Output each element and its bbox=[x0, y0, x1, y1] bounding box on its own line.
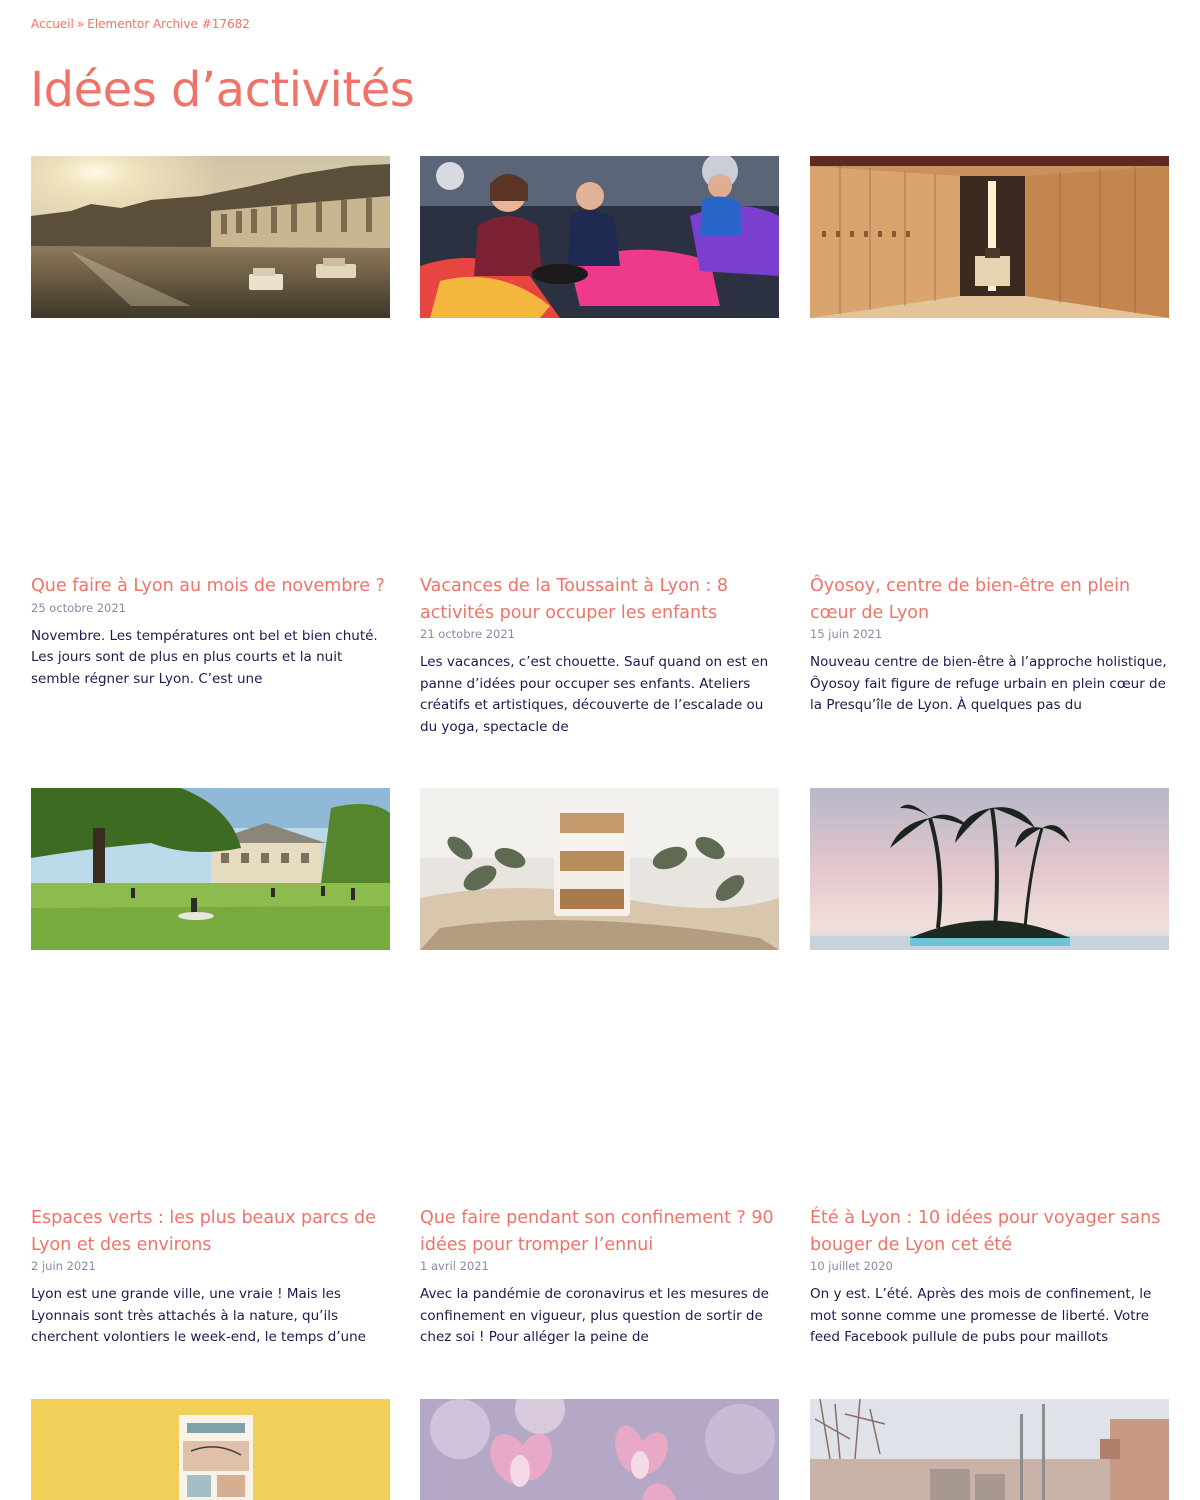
post-title[interactable]: Que faire pendant son confinement ? 90 i… bbox=[420, 1205, 779, 1258]
post-date: 1 avril 2021 bbox=[420, 1259, 489, 1273]
post-card-body: Été à Lyon : 10 idées pour voyager sans … bbox=[810, 1205, 1169, 1349]
post-title[interactable]: Ôyosoy, centre de bien-être en plein cœu… bbox=[810, 573, 1169, 626]
post-card-body: Que faire à Lyon au mois de novembre ? 2… bbox=[31, 573, 390, 690]
post-date: 25 octobre 2021 bbox=[31, 600, 126, 615]
post-thumbnail[interactable] bbox=[810, 1399, 1169, 1500]
post-title[interactable]: Que faire à Lyon au mois de novembre ? bbox=[31, 573, 390, 600]
post-thumbnail[interactable] bbox=[31, 1399, 390, 1500]
wellness-corridor-image bbox=[810, 156, 1169, 318]
green-park-image bbox=[31, 788, 390, 950]
post-date: 10 juillet 2020 bbox=[810, 1259, 893, 1273]
granola-jar-image bbox=[420, 788, 779, 950]
post-excerpt: Les vacances, c’est chouette. Sauf quand… bbox=[420, 654, 769, 735]
breadcrumb-home-link[interactable]: Accueil bbox=[31, 17, 74, 31]
post-card-body: Espaces verts : les plus beaux parcs de … bbox=[31, 1205, 390, 1349]
post-thumbnail[interactable] bbox=[420, 1399, 779, 1500]
breadcrumb-current: Elementor Archive #17682 bbox=[87, 17, 250, 31]
post-excerpt: Novembre. Les températures ont bel et bi… bbox=[31, 627, 378, 687]
post-title[interactable]: Vacances de la Toussaint à Lyon : 8 acti… bbox=[420, 573, 779, 626]
page-title: Idées d’activités bbox=[30, 62, 415, 118]
lyon-bridge-image bbox=[810, 1399, 1169, 1500]
sunset-river-image bbox=[31, 156, 390, 318]
post-excerpt: Lyon est une grande ville, une vraie ! M… bbox=[31, 1286, 366, 1345]
post-date: 15 juin 2021 bbox=[810, 627, 883, 641]
post-excerpt: On y est. L’été. Après des mois de confi… bbox=[810, 1286, 1152, 1345]
magnolia-flowers-image bbox=[420, 1399, 779, 1500]
illustrated-book-image bbox=[31, 1399, 390, 1500]
post-excerpt: Nouveau centre de bien-être à l’approche… bbox=[810, 654, 1167, 713]
post-card-body: Vacances de la Toussaint à Lyon : 8 acti… bbox=[420, 573, 779, 738]
post-thumbnail[interactable] bbox=[810, 788, 1169, 950]
breadcrumb-separator: » bbox=[76, 17, 85, 31]
post-date: 21 octobre 2021 bbox=[420, 627, 515, 641]
post-thumbnail[interactable] bbox=[810, 156, 1169, 318]
palm-trees-pool-image bbox=[810, 788, 1169, 950]
post-thumbnail[interactable] bbox=[31, 788, 390, 950]
post-card-body: Que faire pendant son confinement ? 90 i… bbox=[420, 1205, 779, 1349]
post-excerpt: Avec la pandémie de coronavirus et les m… bbox=[420, 1286, 769, 1345]
post-date: 2 juin 2021 bbox=[31, 1259, 96, 1273]
kids-bumper-cars-image bbox=[420, 156, 779, 318]
post-title[interactable]: Espaces verts : les plus beaux parcs de … bbox=[31, 1205, 390, 1258]
breadcrumb: Accueil» Elementor Archive #17682 bbox=[31, 17, 250, 31]
post-title[interactable]: Été à Lyon : 10 idées pour voyager sans … bbox=[810, 1205, 1169, 1258]
post-card-body: Ôyosoy, centre de bien-être en plein cœu… bbox=[810, 573, 1169, 717]
post-thumbnail[interactable] bbox=[420, 788, 779, 950]
post-thumbnail[interactable] bbox=[31, 156, 390, 318]
post-thumbnail[interactable] bbox=[420, 156, 779, 318]
